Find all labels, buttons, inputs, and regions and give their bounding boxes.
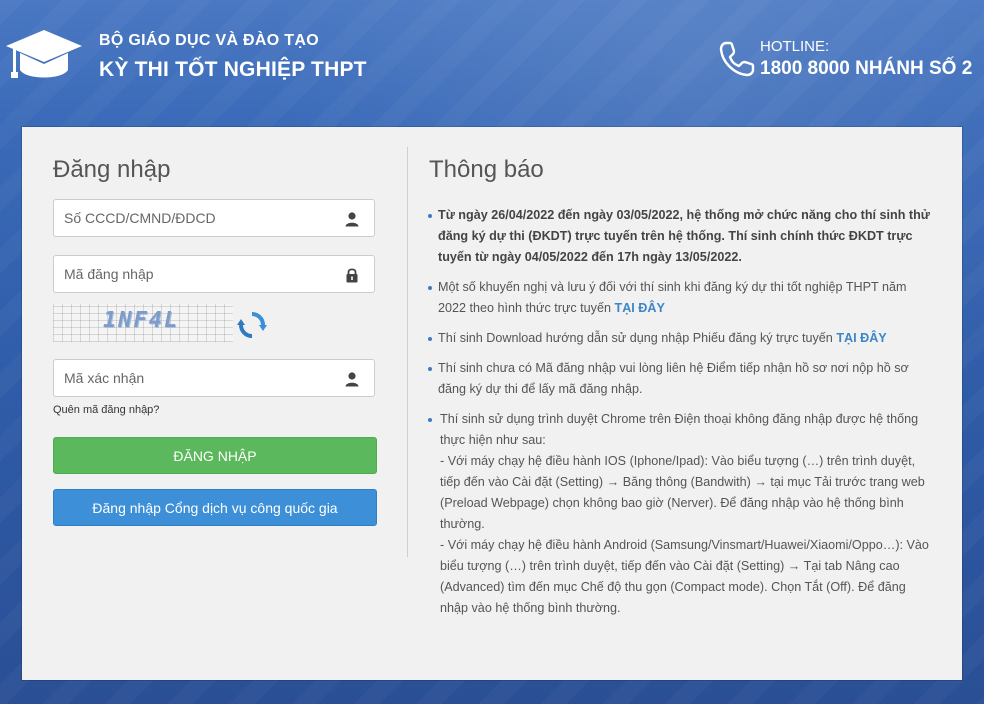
login-button[interactable]: ĐĂNG NHẬP [53,437,377,474]
id-number-input[interactable] [54,200,344,236]
notice-item-2-text: Một số khuyến nghị và lưu ý đối với thí … [438,280,907,315]
user-icon [345,212,359,227]
site-header: BỘ GIÁO DỤC VÀ ĐÀO TẠO KỲ THI TỐT NGHIỆP… [0,0,984,110]
login-code-field[interactable] [53,255,375,293]
notice-title: Thông báo [429,156,544,183]
notice-item-1: Từ ngày 26/04/2022 đến ngày 03/05/2022, … [428,205,934,268]
graduation-cap-icon [6,30,82,78]
notice-item-3: Thí sinh Download hướng dẫn sử dụng nhập… [428,328,934,349]
login-title: Đăng nhập [53,156,171,183]
phone-icon [719,41,755,77]
captcha-image: 1NF4L [53,304,233,342]
login-code-input[interactable] [54,256,344,292]
forgot-code-link[interactable]: Quên mã đăng nhập? [53,404,159,416]
notice-item-4: Thí sinh chưa có Mã đăng nhập vui lòng l… [428,358,934,400]
captcha-text: 1NF4L [103,308,180,333]
notice-item-2: Một số khuyến nghị và lưu ý đối với thí … [428,277,934,319]
exam-name: KỲ THI TỐT NGHIỆP THPT [99,58,367,81]
user-icon [345,372,359,387]
panel-divider [407,147,408,557]
notice-list: Từ ngày 26/04/2022 đến ngày 03/05/2022, … [428,205,934,628]
download-guide-link[interactable]: TẠI ĐÂY [836,331,886,345]
notice-item-3-text: Thí sinh Download hướng dẫn sử dụng nhập… [438,331,837,345]
national-portal-button[interactable]: Đăng nhập Cổng dịch vụ công quốc gia [53,489,377,526]
verify-code-field[interactable] [53,359,375,397]
hotline-label: HOTLINE: [760,38,830,55]
lock-icon [346,268,358,283]
org-name: BỘ GIÁO DỤC VÀ ĐÀO TẠO [99,32,319,49]
notice-item-5: Thí sinh sử dụng trình duyệt Chrome trên… [428,409,934,619]
notice-item-5-android: - Với máy chạy hệ điều hành Android (Sam… [440,538,929,615]
verify-code-input[interactable] [54,360,344,396]
hotline-number: 1800 8000 NHÁNH SỐ 2 [760,58,973,79]
main-panel: Đăng nhập 1NF4L Quên mã đăng nhập? ĐĂNG … [22,127,962,680]
notice-item-5-intro: Thí sinh sử dụng trình duyệt Chrome trên… [440,412,919,447]
refresh-icon[interactable] [237,310,267,340]
guideline-link[interactable]: TẠI ĐÂY [615,301,665,315]
notice-item-5-ios: - Với máy chạy hệ điều hành IOS (Iphone/… [440,454,925,531]
id-number-field[interactable] [53,199,375,237]
